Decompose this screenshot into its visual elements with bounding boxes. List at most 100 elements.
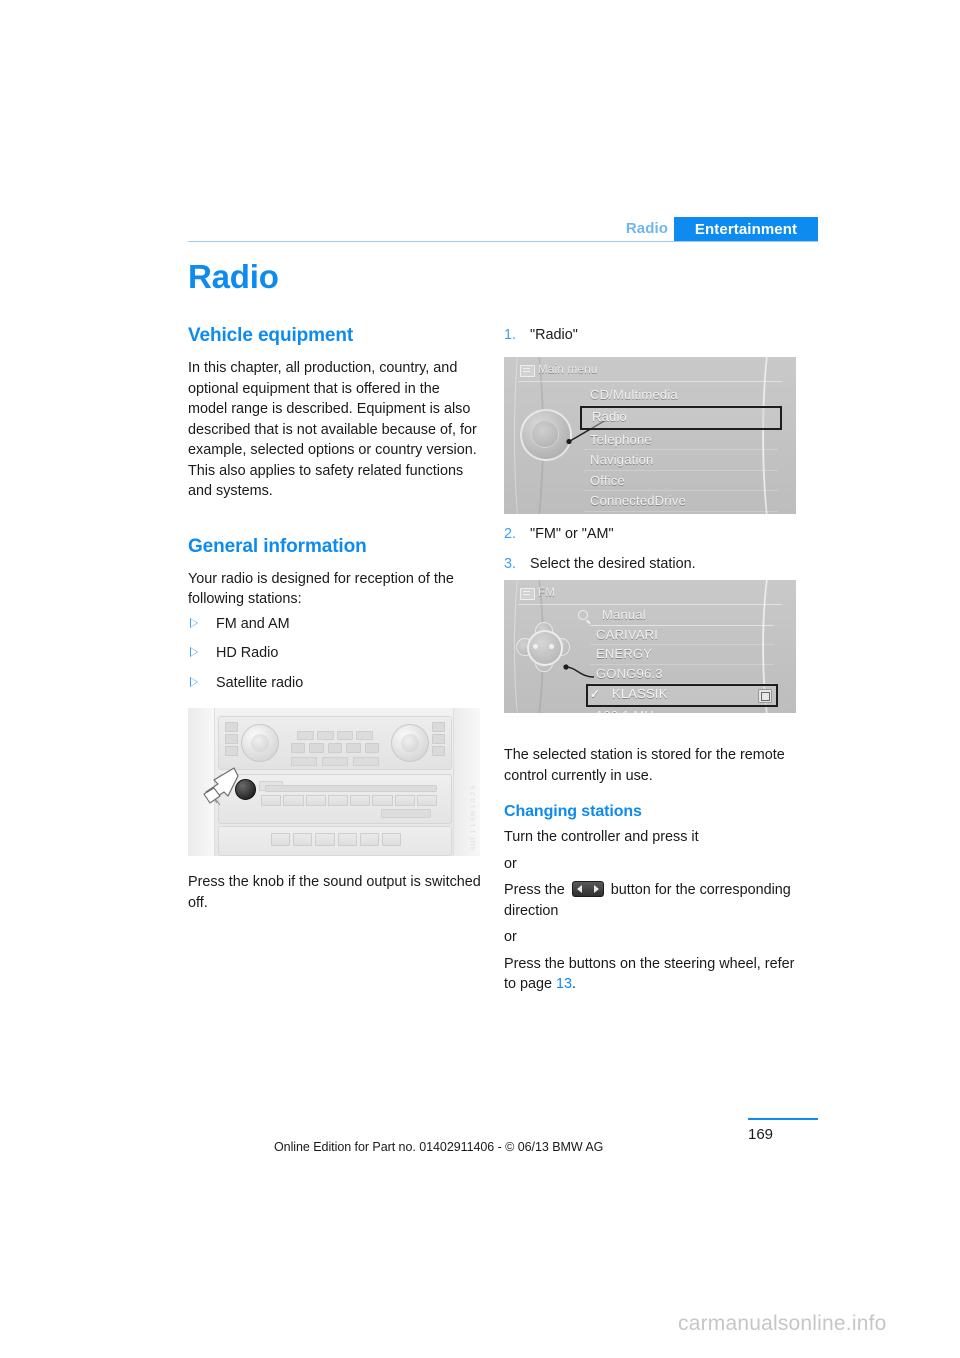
- or-separator-2: or: [504, 929, 517, 945]
- screen-title: Main menu: [538, 364, 598, 376]
- step-item: 3. Select the desired station.: [504, 554, 796, 575]
- climate-small-buttons: [291, 743, 380, 753]
- option-rocker-button: Press the button for the corresponding d…: [504, 880, 796, 921]
- station-type-list: FM and AM HD Radio Satellite radio: [188, 614, 480, 694]
- triangle-bullet-icon: [190, 676, 198, 687]
- paragraph-general-information-intro: Your radio is designed for reception of …: [188, 570, 454, 608]
- step-number: 2.: [504, 526, 517, 542]
- lower-buttons: [271, 833, 402, 846]
- step-label: "FM" or "AM": [530, 526, 614, 542]
- climate-control-panel: [218, 716, 452, 770]
- figure-center-console: AUT 1 1 EN 1 0 2 5: [188, 708, 480, 856]
- running-head-section-tab: Entertainment: [674, 217, 818, 242]
- pointer-arrow-icon: [203, 767, 239, 806]
- climate-edge-button: [432, 746, 445, 756]
- screen-title-rule: [518, 381, 782, 382]
- menu-icon: [520, 365, 535, 377]
- paragraph-vehicle-equipment: In this chapter, all production, country…: [188, 360, 477, 499]
- procedure-steps-part2: 2. "FM" or "AM" 3. Select the desired st…: [504, 524, 796, 574]
- checkmark-icon: ✓: [590, 687, 601, 701]
- climate-edge-button: [432, 722, 445, 732]
- menu-item[interactable]: ConnectedDrive: [584, 491, 778, 512]
- controller-dot: [533, 644, 538, 649]
- magnifier-icon: [578, 610, 588, 620]
- idrive-screen-fm-list: FM Manual CARIVARI ENERGY GONG96.3 ✓ KLA…: [504, 580, 796, 713]
- figure-caption-wrap: Press the knob if the sound output is sw…: [188, 872, 488, 919]
- radio-icon: [520, 588, 535, 600]
- list-item[interactable]: 100.1 MHz: [590, 707, 774, 713]
- arrow-right-icon: [593, 885, 599, 893]
- main-menu-list: CD/Multimedia Radio Telephone Navigation…: [580, 385, 782, 515]
- cd-slot: [265, 785, 437, 792]
- footer-edition-notice: Online Edition for Part no. 01402911406 …: [274, 1140, 604, 1154]
- triangle-bullet-icon: [190, 617, 198, 628]
- or-separator-1: or: [504, 855, 517, 872]
- list-item-label: KLASSIK: [612, 686, 668, 701]
- site-watermark: carmanualsonline.info: [678, 1312, 887, 1335]
- step-number: 1.: [504, 327, 517, 343]
- list-item-label: FM and AM: [216, 615, 290, 632]
- menu-item-selected[interactable]: Radio: [580, 405, 782, 430]
- note-remote-control: The selected station is stored for the r…: [504, 747, 785, 784]
- running-head: Radio Entertainment: [188, 217, 818, 242]
- step-item: 2. "FM" or "AM": [504, 524, 796, 545]
- step-number: 3.: [504, 555, 517, 572]
- menu-item[interactable]: Navigation: [584, 450, 778, 471]
- climate-edge-button: [225, 734, 238, 744]
- page-number: 169: [748, 1126, 774, 1143]
- list-item[interactable]: CARIVARI: [590, 626, 774, 645]
- figure-caption-console: Press the knob if the sound output is sw…: [188, 874, 481, 911]
- page-cross-reference[interactable]: 13: [556, 976, 572, 992]
- list-item-selected[interactable]: ✓ KLASSIK: [586, 684, 778, 707]
- radio-head-unit: [218, 774, 452, 824]
- fm-station-list: Manual CARIVARI ENERGY GONG96.3 ✓ KLASSI…: [578, 606, 778, 713]
- changing-stations-block: The selected station is stored for the r…: [504, 745, 796, 1001]
- climate-edge-button: [225, 746, 238, 756]
- controller-dot: [549, 644, 554, 649]
- list-item-manual[interactable]: Manual: [578, 606, 774, 626]
- climate-edge-button: [225, 722, 238, 732]
- list-item-label: Manual: [602, 607, 646, 622]
- heading-vehicle-equipment: Vehicle equipment: [188, 325, 354, 346]
- steps-2-3-wrap: 2. "FM" or "AM" 3. Select the desired st…: [504, 524, 796, 583]
- figure-code: AUT 1 1 EN 1 0 2 5: [470, 784, 477, 850]
- list-item-label: HD Radio: [216, 645, 279, 661]
- left-column: Vehicle equipment In this chapter, all p…: [188, 325, 480, 757]
- menu-item[interactable]: CD/Multimedia: [584, 385, 778, 406]
- procedure-steps-part1: 1. "Radio": [504, 325, 796, 346]
- menu-item[interactable]: Vehicle Info: [584, 512, 778, 515]
- page-number-rule: [748, 1118, 818, 1120]
- list-item[interactable]: GONG96.3: [590, 665, 774, 684]
- screen-title-rule: [518, 604, 782, 605]
- eject-button: [381, 809, 431, 818]
- list-item[interactable]: ENERGY: [590, 645, 774, 665]
- option-turn-controller: Turn the controller and press it: [504, 829, 699, 845]
- idrive-screen-main-menu: Main menu CD/Multimedia Radio Telephone …: [504, 357, 796, 514]
- controller-core: [527, 630, 563, 666]
- running-head-chapter: Radio: [625, 220, 668, 237]
- heading-general-information: General information: [188, 535, 367, 557]
- list-item: HD Radio: [188, 643, 480, 664]
- climate-edge-button: [432, 734, 445, 744]
- menu-item[interactable]: Telephone: [584, 430, 778, 450]
- option-steering-pre: Press the buttons on the steering wheel,…: [504, 955, 795, 993]
- step-label: "Radio": [530, 327, 578, 343]
- list-item: Satellite radio: [188, 673, 480, 694]
- climate-dial-left: [241, 724, 279, 762]
- climate-button-strip: [297, 731, 373, 740]
- step-1-wrap: 1. "Radio": [504, 325, 796, 355]
- running-head-rule: [188, 241, 818, 242]
- manual-page: Radio Entertainment Radio Vehicle equipm…: [0, 0, 960, 1358]
- preset-buttons: [261, 795, 437, 806]
- menu-item[interactable]: Office: [584, 471, 778, 491]
- lower-button-panel: [218, 826, 452, 856]
- climate-dial-right: [391, 724, 429, 762]
- triangle-bullet-icon: [190, 647, 198, 657]
- screen-title: FM: [538, 587, 556, 599]
- step-label: Select the desired station.: [530, 555, 696, 572]
- rocker-button-icon: [571, 881, 604, 897]
- list-item: FM and AM: [188, 614, 480, 635]
- climate-lower-buttons: [291, 757, 379, 766]
